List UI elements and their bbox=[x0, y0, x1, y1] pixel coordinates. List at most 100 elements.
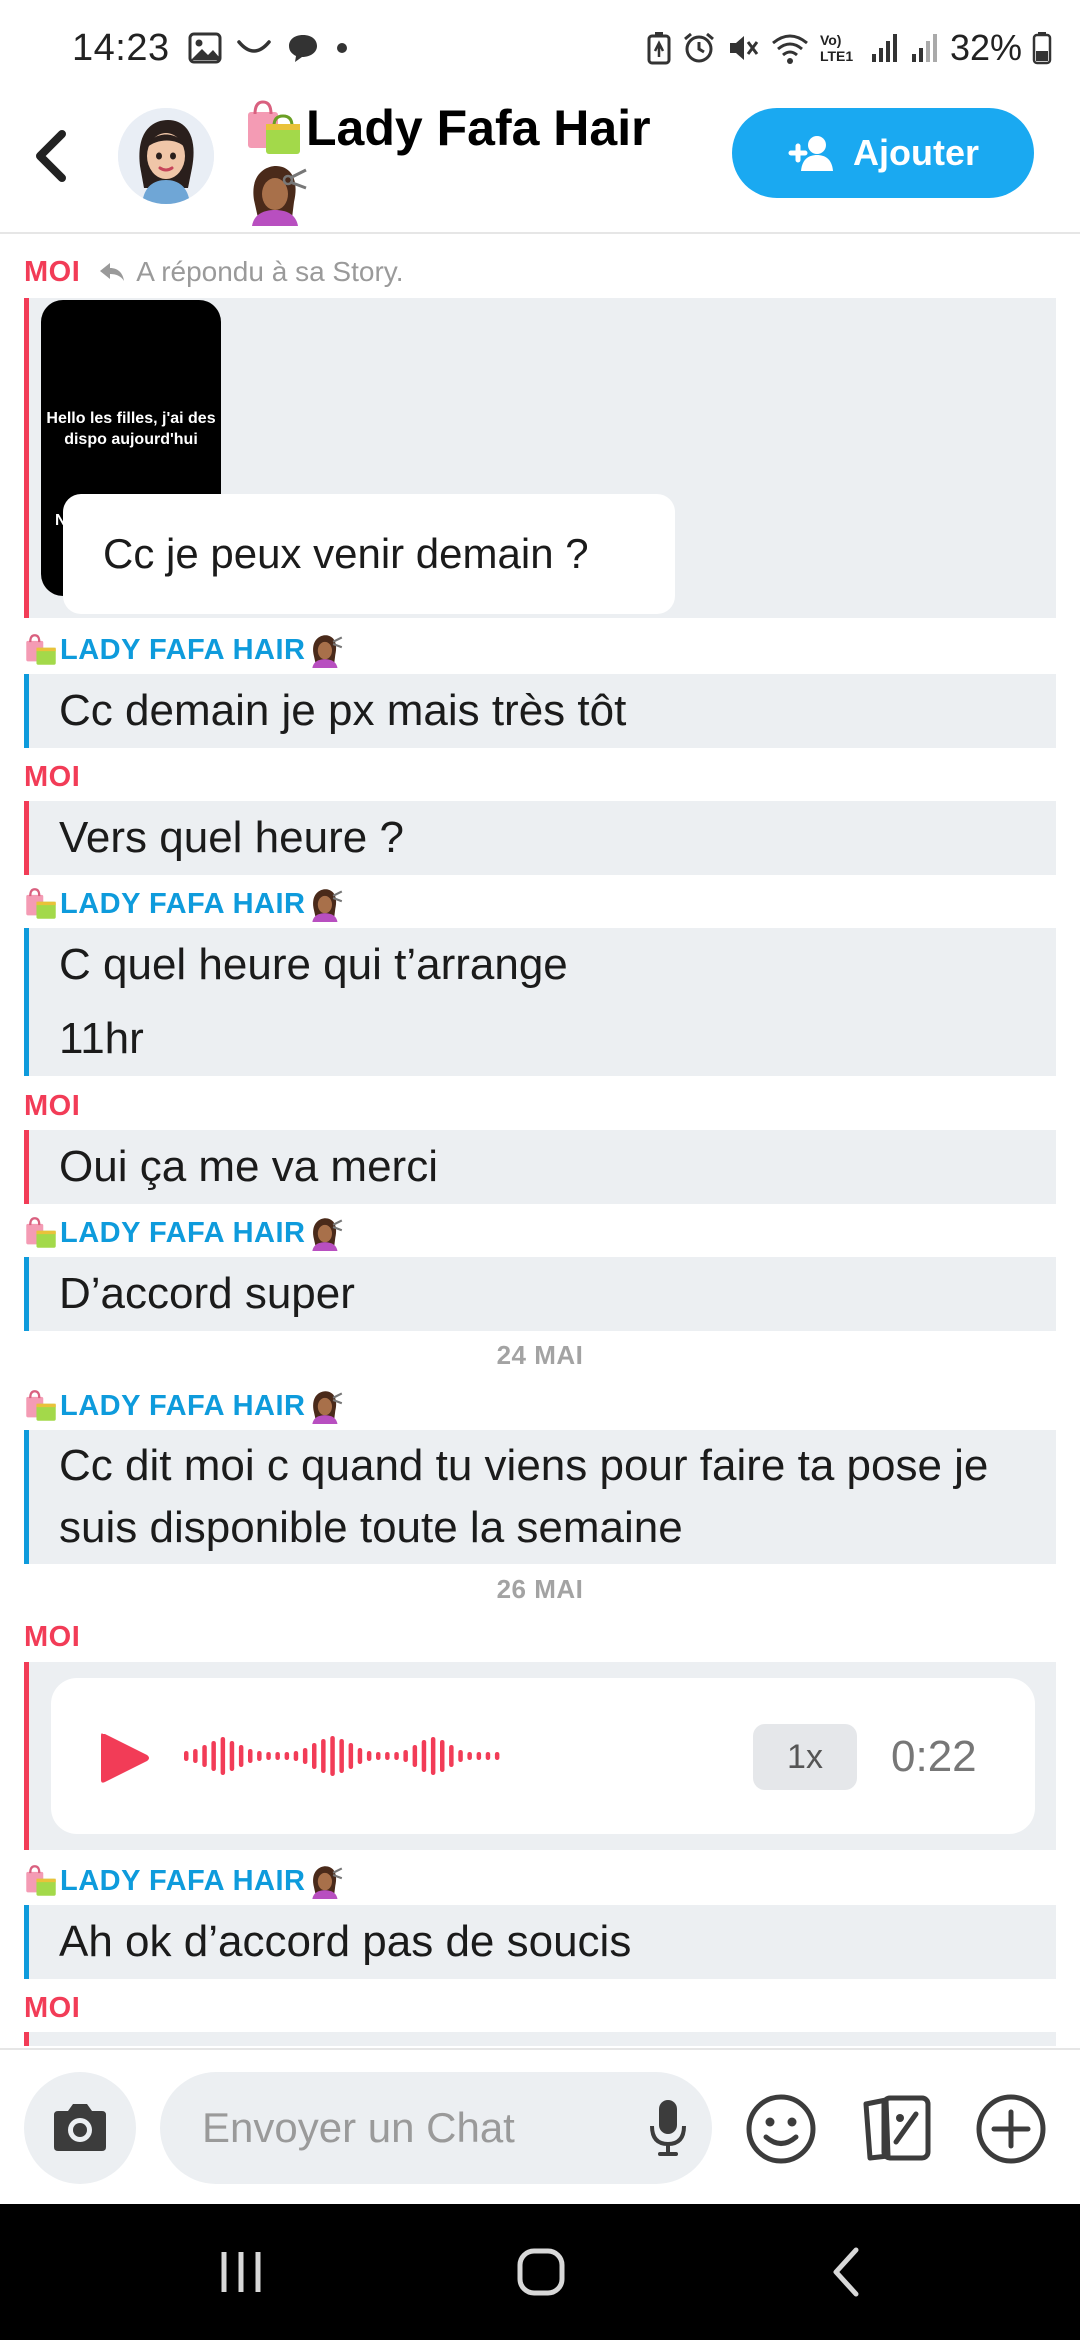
waveform-bar bbox=[449, 1745, 454, 1767]
message-bubble[interactable]: D’accord super bbox=[24, 1257, 1056, 1331]
sender-label-me: MOI bbox=[24, 1089, 81, 1122]
waveform-bar bbox=[366, 1751, 372, 1761]
shopping-bags-icon bbox=[24, 1216, 58, 1250]
message-bubble[interactable]: Ah ok d’accord pas de soucis bbox=[24, 1905, 1056, 1979]
waveform-bar bbox=[229, 1741, 235, 1771]
back-nav-button[interactable] bbox=[822, 2244, 872, 2300]
add-friend-button[interactable]: Ajouter bbox=[732, 108, 1034, 198]
waveform-bar bbox=[266, 1752, 271, 1760]
shopping-bags-icon bbox=[244, 98, 304, 158]
back-button[interactable] bbox=[26, 126, 76, 186]
message-bubble[interactable]: C quel heure qui t’arrange 11hr bbox=[24, 928, 1056, 1076]
chevron-left-icon bbox=[36, 130, 66, 182]
battery-saver-icon bbox=[646, 31, 672, 65]
gallery-icon bbox=[188, 32, 222, 64]
waveform-bar bbox=[202, 1745, 207, 1767]
microphone-icon[interactable] bbox=[648, 2098, 688, 2158]
message-bubble[interactable]: Cc demain je px mais très tôt bbox=[24, 674, 1056, 748]
battery-icon bbox=[1032, 31, 1052, 65]
shopping-bags-icon bbox=[24, 1864, 58, 1898]
shopping-bags-icon bbox=[24, 887, 58, 921]
play-button[interactable] bbox=[93, 1728, 153, 1788]
contact-title[interactable]: Lady Fafa Hair bbox=[244, 96, 704, 226]
battery-percentage: 32% bbox=[949, 27, 1022, 68]
message-bubble-partial[interactable] bbox=[24, 2032, 1056, 2046]
waveform-bar bbox=[330, 1736, 335, 1776]
plus-icon[interactable] bbox=[972, 2090, 1050, 2168]
voice-duration: 0:22 bbox=[891, 1732, 977, 1781]
waveform-bar bbox=[211, 1741, 216, 1771]
home-button[interactable] bbox=[516, 2244, 566, 2300]
chat-header: Lady Fafa Hair Ajouter bbox=[0, 96, 1080, 234]
message-bubble[interactable]: Oui ça me va merci bbox=[24, 1130, 1056, 1204]
waveform-bar bbox=[458, 1750, 463, 1762]
voice-player[interactable]: 1x 0:22 bbox=[51, 1678, 1035, 1834]
sender-label-me: MOI bbox=[24, 1620, 81, 1653]
waveform-bar bbox=[238, 1745, 244, 1767]
sender-label-her: LADY FAFA HAIR bbox=[24, 1213, 345, 1253]
wifi-icon bbox=[770, 31, 810, 65]
system-nav-bar bbox=[0, 2204, 1080, 2340]
contact-name: Lady Fafa Hair bbox=[306, 100, 651, 156]
playback-speed-button[interactable]: 1x bbox=[753, 1724, 857, 1790]
date-separator: 26 MAI bbox=[496, 1574, 584, 1604]
waveform-bar bbox=[421, 1740, 427, 1772]
waveform-bar bbox=[494, 1752, 500, 1760]
stickers-icon[interactable] bbox=[858, 2090, 936, 2168]
shopping-bags-icon bbox=[24, 1389, 58, 1423]
chat-input[interactable]: Envoyer un Chat bbox=[160, 2072, 712, 2184]
sender-label-her: LADY FAFA HAIR bbox=[24, 1861, 345, 1901]
status-time: 14:23 bbox=[72, 26, 170, 69]
dot-icon bbox=[334, 40, 350, 56]
status-bar: 14:23 Vo) LTE1 32% bbox=[0, 0, 1080, 96]
sender-label-me: MOI bbox=[24, 1991, 81, 2024]
story-reply-message[interactable]: Hello les filles, j'ai des dispo aujourd… bbox=[24, 298, 1056, 618]
sender-label-her: LADY FAFA HAIR bbox=[24, 630, 345, 670]
waveform-bar bbox=[293, 1751, 299, 1761]
waveform-bar bbox=[312, 1743, 317, 1769]
waveform-bar bbox=[485, 1752, 491, 1760]
waveform-bar bbox=[257, 1751, 262, 1761]
waveform-bar bbox=[430, 1737, 436, 1775]
audio-waveform[interactable] bbox=[183, 1726, 503, 1786]
emoji-icon[interactable] bbox=[742, 2090, 820, 2168]
signal-icon bbox=[870, 32, 900, 64]
play-icon bbox=[101, 1733, 149, 1783]
message-notification-icon bbox=[286, 32, 320, 64]
sender-label-her: LADY FAFA HAIR bbox=[24, 1386, 345, 1426]
message-bubble[interactable]: Vers quel heure ? bbox=[24, 801, 1056, 875]
waveform-bar bbox=[348, 1743, 354, 1769]
woman-getting-haircut-icon bbox=[244, 160, 704, 226]
camera-icon bbox=[54, 2104, 106, 2151]
woman-getting-haircut-icon bbox=[307, 1215, 345, 1251]
woman-getting-haircut-icon bbox=[307, 632, 345, 668]
date-separator: 24 MAI bbox=[496, 1340, 584, 1370]
add-button-label: Ajouter bbox=[853, 132, 979, 173]
recent-apps-button[interactable] bbox=[216, 2244, 266, 2300]
waveform-bar bbox=[357, 1748, 363, 1764]
waveform-bar bbox=[220, 1737, 226, 1775]
message-bubble[interactable]: Cc dit moi c quand tu viens pour faire t… bbox=[24, 1430, 1056, 1564]
alarm-icon bbox=[682, 31, 716, 65]
camera-button[interactable] bbox=[24, 2072, 136, 2184]
story-reply-text: Cc je peux venir demain ? bbox=[63, 494, 675, 614]
waveform-bar bbox=[284, 1752, 290, 1760]
waveform-bar bbox=[476, 1752, 482, 1760]
signal-2-icon bbox=[910, 32, 940, 64]
waveform-bar bbox=[403, 1750, 408, 1762]
smile-notification-icon bbox=[236, 38, 272, 58]
chat-thread[interactable]: MOI A répondu à sa Story. Hello les fill… bbox=[0, 236, 1080, 2046]
chat-input-bar: Envoyer un Chat bbox=[0, 2048, 1080, 2204]
sender-label-me: MOI A répondu à sa Story. bbox=[24, 255, 404, 288]
story-reply-info: A répondu à sa Story. bbox=[98, 256, 403, 288]
chat-input-placeholder: Envoyer un Chat bbox=[202, 2104, 515, 2151]
woman-getting-haircut-icon bbox=[307, 1388, 345, 1424]
waveform-bar bbox=[184, 1751, 189, 1761]
waveform-bar bbox=[193, 1749, 198, 1763]
avatar[interactable] bbox=[118, 108, 214, 204]
waveform-bar bbox=[394, 1752, 399, 1760]
voice-message[interactable]: 1x 0:22 bbox=[24, 1662, 1056, 1850]
waveform-bar bbox=[302, 1748, 308, 1764]
sender-label-her: LADY FAFA HAIR bbox=[24, 884, 345, 924]
waveform-bar bbox=[467, 1752, 472, 1760]
